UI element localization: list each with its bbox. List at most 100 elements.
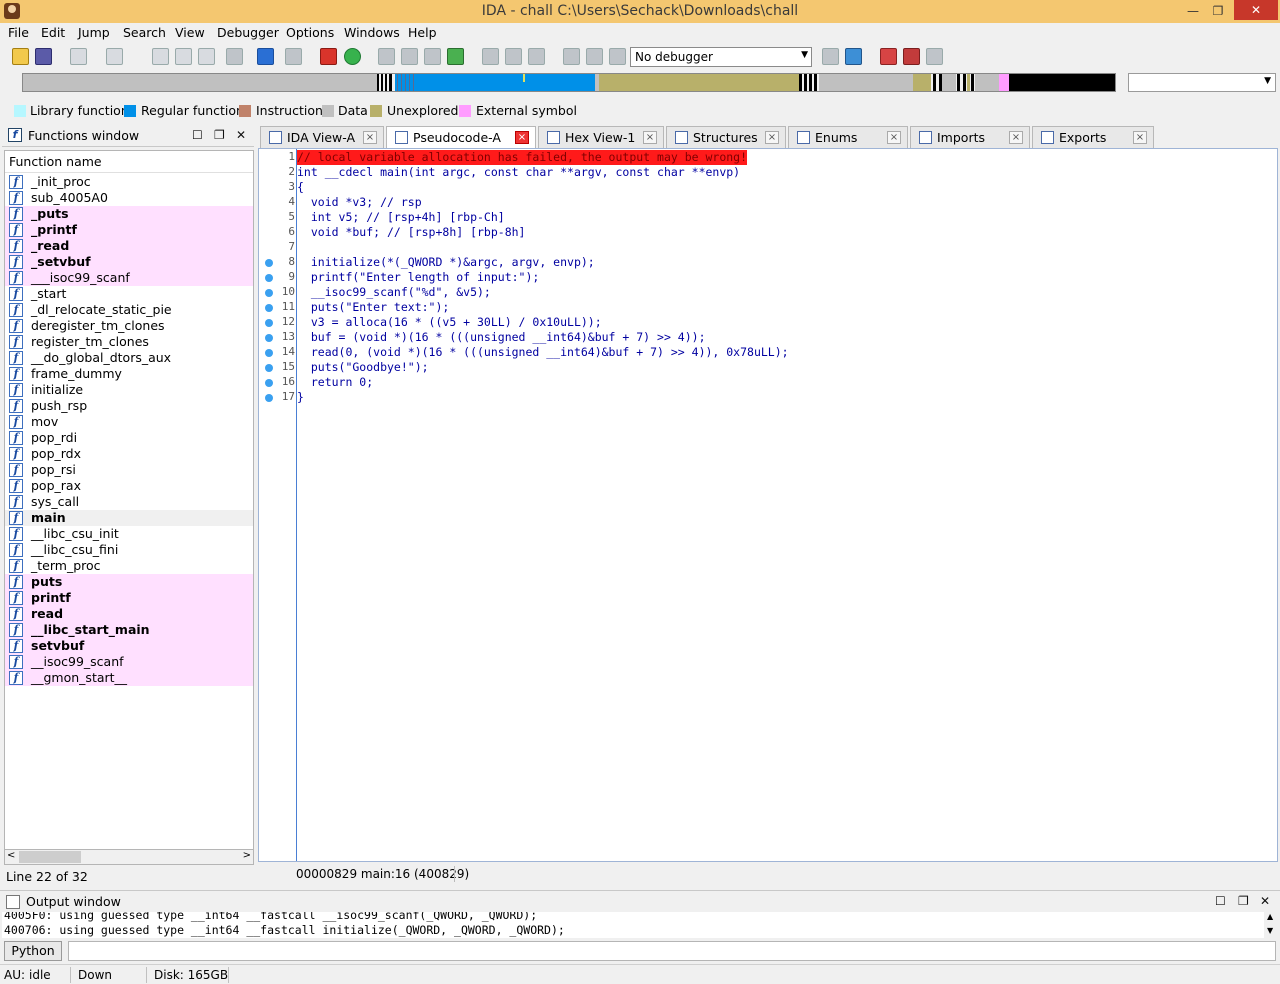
menu-debugger[interactable]: Debugger — [217, 25, 279, 40]
function-list-item[interactable]: f __do_global_dtors_aux — [5, 350, 253, 366]
function-list-item[interactable]: f printf — [5, 590, 253, 606]
column-header-function-name[interactable]: Function name — [5, 151, 253, 173]
scroll-up-icon[interactable]: ▲ — [1267, 912, 1273, 921]
breakpoint-marker-icon[interactable] — [265, 274, 273, 282]
restore-button[interactable]: ❐ — [1210, 2, 1226, 20]
pseudocode-warning-line[interactable]: // local variable allocation has failed,… — [297, 150, 748, 165]
breakpoint-marker-icon[interactable] — [265, 259, 273, 267]
struct-icon[interactable] — [424, 48, 441, 65]
undefine-icon[interactable] — [482, 48, 499, 65]
tab-pseudocode-a[interactable]: Pseudocode-A × — [386, 126, 536, 149]
close-tab-icon[interactable]: × — [887, 131, 901, 144]
edit-icon[interactable] — [505, 48, 522, 65]
pseudocode-line[interactable]: int v5; // [rsp+4h] [rbp-Ch] — [297, 210, 505, 225]
function-list-item[interactable]: f pop_rdx — [5, 446, 253, 462]
function-list-item[interactable]: f __libc_csu_fini — [5, 542, 253, 558]
pseudocode-line[interactable]: initialize(*(_QWORD *)&argc, argv, envp)… — [297, 255, 595, 270]
scroll-down-icon[interactable]: ▼ — [1267, 926, 1273, 935]
function-list-item[interactable]: f _setvbuf — [5, 254, 253, 270]
function-list-item[interactable]: f sys_call — [5, 494, 253, 510]
breakpoint-marker-icon[interactable] — [265, 349, 273, 357]
function-list-item[interactable]: f puts — [5, 574, 253, 590]
text-search-icon[interactable] — [175, 48, 192, 65]
tab-ida-view-a[interactable]: IDA View-A × — [260, 126, 384, 148]
close-tab-icon[interactable]: × — [643, 131, 657, 144]
output-vertical-scrollbar[interactable]: ▲ ▼ — [1264, 912, 1278, 938]
breakpoint-marker-icon[interactable] — [265, 304, 273, 312]
function-list-item[interactable]: f frame_dummy — [5, 366, 253, 382]
close-tab-icon[interactable]: × — [765, 131, 779, 144]
function-list-item[interactable]: f __libc_csu_init — [5, 526, 253, 542]
maximize-pane-icon[interactable]: ☐ — [1215, 894, 1226, 908]
breakpoint-marker-icon[interactable] — [265, 364, 273, 372]
function-list-item[interactable]: f _dl_relocate_static_pie — [5, 302, 253, 318]
output-text[interactable]: 4005F0: using guessed type __int64 __fas… — [2, 912, 1264, 938]
pseudocode-line[interactable]: return 0; — [297, 375, 373, 390]
tab-enums[interactable]: Enums × — [788, 126, 908, 148]
breakpoint-marker-icon[interactable] — [265, 379, 273, 387]
python-button[interactable]: Python — [4, 941, 62, 961]
stop-icon[interactable] — [609, 48, 626, 65]
float-pane-icon[interactable]: ❐ — [1238, 894, 1249, 908]
line-number-gutter[interactable]: 1 2 3 4 5 6 7 8 9 10 11 12 13 14 15 16 17 — [259, 149, 297, 861]
menu-options[interactable]: Options — [286, 25, 334, 40]
refresh-icon[interactable] — [845, 48, 862, 65]
function-list-item[interactable]: f _puts — [5, 206, 253, 222]
function-list-item[interactable]: f _read — [5, 238, 253, 254]
close-tab-icon[interactable]: × — [1009, 131, 1023, 144]
menu-view[interactable]: View — [175, 25, 205, 40]
navigation-band[interactable] — [22, 73, 1116, 92]
pseudocode-line[interactable]: buf = (void *)(16 * (((unsigned __int64)… — [297, 330, 706, 345]
scrollbar-thumb[interactable] — [19, 851, 81, 863]
debugger-select[interactable]: No debugger ▼ — [630, 47, 812, 67]
python-command-input[interactable] — [68, 941, 1276, 961]
function-list-item[interactable]: f read — [5, 606, 253, 622]
add-breakpoint-icon[interactable] — [903, 48, 920, 65]
attach-icon[interactable] — [822, 48, 839, 65]
close-pane-icon[interactable]: ✕ — [236, 128, 246, 142]
run-analysis-icon[interactable] — [344, 48, 361, 65]
pause-icon[interactable] — [586, 48, 603, 65]
tab-exports[interactable]: Exports × — [1032, 126, 1154, 148]
pseudocode-line[interactable]: __isoc99_scanf("%d", &v5); — [297, 285, 491, 300]
menu-help[interactable]: Help — [408, 25, 437, 40]
function-list-item[interactable]: f __gmon_start__ — [5, 670, 253, 686]
function-list-item[interactable]: f pop_rsi — [5, 462, 253, 478]
pseudocode-line[interactable]: read(0, (void *)(16 * (((unsigned __int6… — [297, 345, 789, 360]
pseudocode-line[interactable]: printf("Enter length of input:"); — [297, 270, 539, 285]
function-list-item[interactable]: f __isoc99_scanf — [5, 654, 253, 670]
function-list-item[interactable]: f main — [5, 510, 253, 526]
function-list-item[interactable]: f _start — [5, 286, 253, 302]
scroll-right-icon[interactable]: > — [243, 850, 251, 861]
menu-file[interactable]: File — [8, 25, 29, 40]
float-pane-icon[interactable]: ❐ — [214, 128, 225, 142]
menu-edit[interactable]: Edit — [41, 25, 65, 40]
scroll-left-icon[interactable]: < — [7, 850, 15, 861]
function-list-item[interactable]: f ___isoc99_scanf — [5, 270, 253, 286]
back-icon[interactable] — [70, 48, 87, 65]
save-icon[interactable] — [35, 48, 52, 65]
function-list-item[interactable]: f register_tm_clones — [5, 334, 253, 350]
pseudocode-line[interactable]: v3 = alloca(16 * ((v5 + 30LL) / 0x10uLL)… — [297, 315, 602, 330]
pseudocode-line[interactable]: void *buf; // [rsp+8h] [rbp-8h] — [297, 225, 526, 240]
close-tab-icon[interactable]: × — [363, 131, 377, 144]
delete-breakpoint-icon[interactable] — [926, 48, 943, 65]
tab-structures[interactable]: Structures × — [666, 126, 786, 148]
function-list-item[interactable]: f setvbuf — [5, 638, 253, 654]
function-list-item[interactable]: f push_rsp — [5, 398, 253, 414]
function-list-item[interactable]: f pop_rax — [5, 478, 253, 494]
forward-icon[interactable] — [106, 48, 123, 65]
pseudocode-line[interactable]: int __cdecl main(int argc, const char **… — [297, 165, 740, 180]
breakpoint-marker-icon[interactable] — [265, 319, 273, 327]
breakpoint-marker-icon[interactable] — [265, 289, 273, 297]
functions-horizontal-scrollbar[interactable]: < > — [4, 849, 254, 865]
function-list-item[interactable]: f mov — [5, 414, 253, 430]
function-list-item[interactable]: f _init_proc — [5, 174, 253, 190]
function-list-item[interactable]: f sub_4005A0 — [5, 190, 253, 206]
script-icon[interactable] — [285, 48, 302, 65]
pseudocode-line[interactable]: { — [297, 180, 304, 195]
jump-down-icon[interactable] — [257, 48, 274, 65]
play-icon[interactable] — [563, 48, 580, 65]
pseudocode-line[interactable]: void *v3; // rsp — [297, 195, 422, 210]
close-tab-icon[interactable]: × — [515, 131, 529, 144]
